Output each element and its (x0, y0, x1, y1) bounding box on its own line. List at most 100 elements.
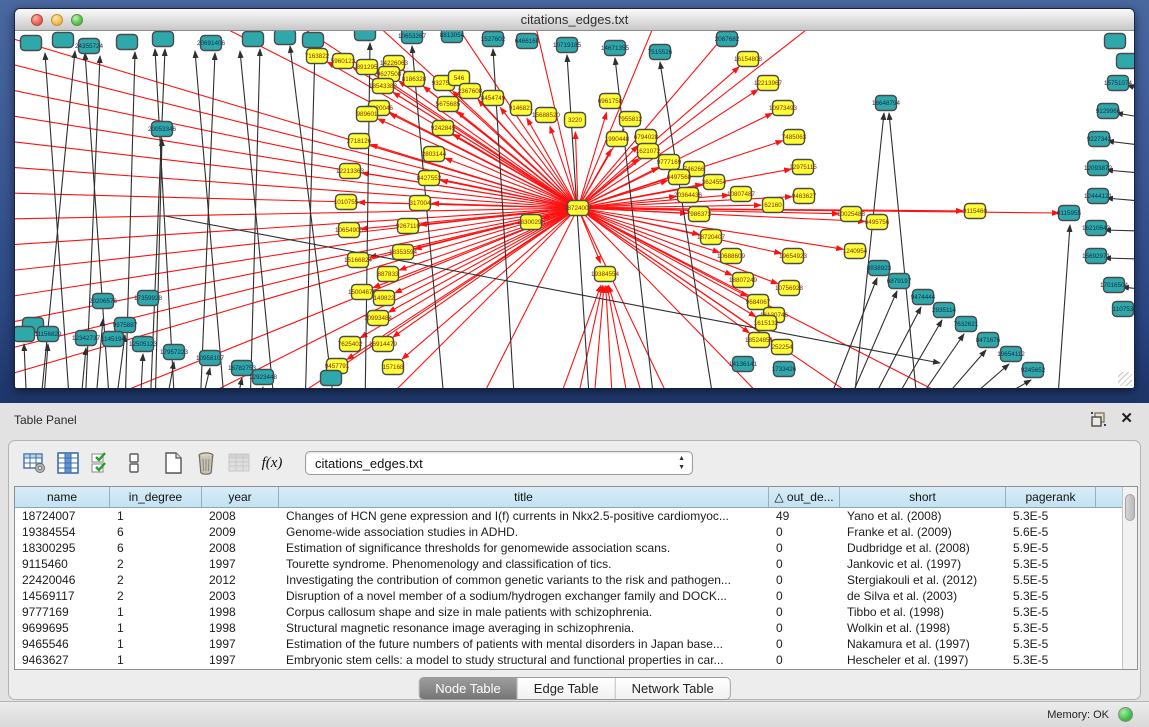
table-row[interactable]: 1872400712008Changes of HCN gene express… (15, 508, 1124, 524)
graph-node[interactable]: 2718126 (347, 134, 372, 149)
graph-edge[interactable] (453, 134, 578, 208)
graph-node[interactable]: 9115460 (963, 204, 988, 219)
graph-node[interactable]: 20206576 (89, 294, 118, 309)
graph-node[interactable]: 12213967 (754, 76, 783, 91)
graph-node[interactable]: 317004 (409, 196, 431, 211)
graph-node[interactable]: 10688609 (717, 249, 746, 264)
graph-edge[interactable] (305, 47, 315, 388)
graph-node[interactable]: 20053346 (148, 122, 177, 137)
new-column-icon[interactable] (161, 451, 185, 475)
graph-node[interactable]: 19654923 (779, 249, 808, 264)
graph-node[interactable]: 10653267 (398, 31, 427, 44)
graph-node[interactable]: 14671355 (601, 41, 630, 56)
graph-node[interactable]: 887833 (377, 267, 399, 282)
graph-edge[interactable] (80, 348, 86, 388)
graph-node[interactable]: 12093872 (1084, 161, 1113, 176)
graph-node[interactable]: 1240954 (843, 244, 868, 259)
graph-edge[interactable] (867, 307, 921, 388)
graph-edge[interactable] (575, 286, 602, 388)
graph-node[interactable]: 6961758 (598, 94, 623, 109)
graph-node[interactable]: 10654905 (335, 223, 364, 238)
graph-node[interactable]: 62160 (763, 198, 784, 213)
graph-node[interactable]: 12505123 (129, 337, 158, 352)
graph-node[interactable]: 8427552 (417, 171, 442, 186)
graph-node[interactable]: 18353594 (389, 245, 418, 260)
graph-node[interactable]: 17359928 (134, 291, 163, 306)
graph-edge[interactable] (578, 31, 655, 208)
graph-edge[interactable] (165, 216, 940, 363)
graph-node[interactable]: 1615132 (754, 316, 779, 331)
table-chooser-dropdown[interactable]: citations_edges.txt ▲▼ (305, 451, 693, 475)
graph-node[interactable]: 17957223 (160, 345, 189, 360)
graph-node[interactable]: 10654112 (997, 347, 1025, 362)
select-all-checks-icon[interactable] (89, 451, 113, 475)
graph-node[interactable]: 24355724 (75, 39, 104, 54)
graph-node[interactable]: 1145194 (101, 332, 126, 347)
table-row[interactable]: 1938455462009Genome-wide association stu… (15, 524, 1124, 540)
table-scrollbar-thumb[interactable] (1125, 494, 1135, 521)
column-header-in_degree[interactable]: in_degree (110, 487, 202, 508)
graph-edge[interactable] (933, 350, 986, 388)
graph-edge[interactable] (578, 31, 815, 208)
window-resize-grip[interactable] (1118, 372, 1132, 386)
graph-node[interactable]: 149822 (373, 291, 395, 306)
graph-node[interactable]: 8938923 (867, 261, 892, 276)
graph-node[interactable]: 7986372 (687, 207, 712, 222)
graph-node[interactable]: 9474444 (911, 290, 936, 305)
graph-edge[interactable] (911, 334, 964, 388)
graph-edge[interactable] (24, 344, 27, 388)
graph-node[interactable]: 8454749 (481, 91, 506, 106)
graph-node[interactable]: 9975887 (113, 318, 138, 333)
graph-node[interactable] (21, 36, 42, 51)
graph-node[interactable]: 12213363 (336, 164, 365, 179)
graph-edge[interactable] (889, 113, 918, 388)
graph-node[interactable]: 3220 (565, 113, 586, 128)
graph-node[interactable]: 11156829 (34, 327, 62, 342)
graph-edge[interactable] (977, 380, 1031, 388)
table-row[interactable]: 1456911722003Disruption of a novel membe… (15, 588, 1124, 604)
delete-column-trash-icon[interactable] (194, 451, 218, 475)
graph-node[interactable]: 9267110 (396, 219, 421, 234)
graph-edge[interactable] (393, 208, 578, 337)
close-panel-icon[interactable]: ✕ (1120, 409, 1133, 427)
graph-node[interactable]: 10719185 (553, 38, 582, 53)
graph-edge[interactable] (260, 387, 263, 388)
graph-node[interactable]: 18807249 (729, 273, 758, 288)
graph-node[interactable]: 7632621 (954, 317, 979, 332)
graph-node[interactable]: 9777169 (657, 155, 682, 170)
graph-node[interactable]: 9146821 (509, 101, 534, 116)
graph-edge[interactable] (290, 46, 335, 388)
graph-node[interactable]: 1733426 (772, 362, 797, 377)
tab-network-table[interactable]: Network Table (616, 678, 730, 699)
graph-node[interactable]: 157168 (382, 360, 404, 375)
graph-node[interactable]: 10807487 (727, 187, 756, 202)
graph-node[interactable]: 7163822 (305, 49, 330, 64)
graph-node[interactable]: 8115955 (1057, 206, 1082, 221)
graph-node[interactable] (321, 371, 342, 386)
graph-node[interactable]: 10756928 (775, 281, 804, 296)
table-row[interactable]: 1830029562008Estimation of significance … (15, 540, 1124, 556)
graph-edge[interactable] (195, 51, 225, 388)
graph-edge[interactable] (15, 63, 578, 208)
graph-node[interactable]: 20691406 (197, 36, 226, 51)
column-header-title[interactable]: title (279, 487, 769, 508)
graph-node[interactable]: 1621072 (636, 144, 661, 159)
column-header-pagerank[interactable]: pagerank (1006, 487, 1096, 508)
graph-node[interactable]: 6495756 (865, 215, 890, 230)
graph-edge[interactable] (555, 285, 601, 388)
graph-node[interactable]: 7625402 (338, 337, 363, 352)
graph-edge[interactable] (457, 111, 578, 208)
table-row[interactable]: 977716911998Corpus callosum shape and si… (15, 604, 1124, 620)
graph-node[interactable]: 16210643 (1082, 221, 1111, 236)
graph-node[interactable]: 14136141 (729, 357, 758, 372)
graph-node[interactable]: 891295 (356, 60, 378, 75)
graph-node[interactable]: 6466160 (515, 34, 540, 49)
graph-node[interactable]: 7485063 (782, 130, 807, 145)
graph-node[interactable]: 7955812 (618, 112, 643, 127)
graph-node[interactable]: 18724007 (564, 201, 593, 216)
graph-edge[interactable] (15, 167, 578, 208)
graph-node[interactable]: 2087682 (715, 32, 740, 47)
graph-edge[interactable] (1057, 225, 1070, 388)
graph-node[interactable] (275, 31, 296, 45)
network-view-window[interactable]: citations_edges.txt 18724007716382259601… (14, 8, 1135, 388)
